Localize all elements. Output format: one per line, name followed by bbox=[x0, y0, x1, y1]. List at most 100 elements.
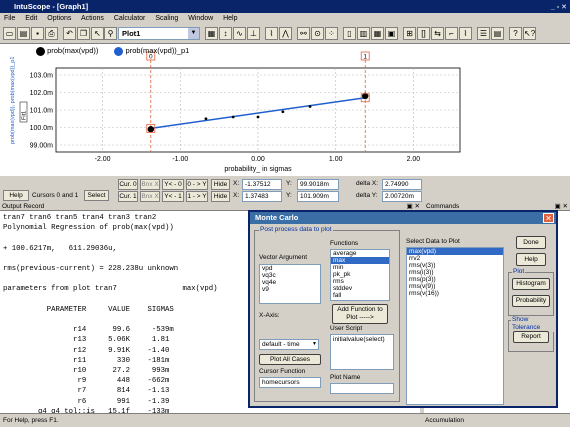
vector-item[interactable]: vq3c bbox=[260, 272, 320, 279]
function-item[interactable]: rms bbox=[331, 278, 389, 285]
panel3-icon[interactable]: ▦ bbox=[371, 27, 384, 40]
hide1-button[interactable]: Hide bbox=[211, 191, 230, 202]
wave-icon[interactable]: ⌇ bbox=[459, 27, 472, 40]
cur0-button[interactable]: Cur. 0 bbox=[118, 179, 138, 190]
menu-window[interactable]: Window bbox=[188, 15, 213, 22]
functions-list[interactable]: average max min pk_pk rms stddev fall bbox=[330, 249, 390, 301]
menu-scaling[interactable]: Scaling bbox=[155, 15, 178, 22]
select-data-item[interactable]: rms(v(9)) bbox=[407, 283, 503, 290]
x-axis-label: probability_ in sigmas bbox=[224, 166, 292, 173]
function-item[interactable]: min bbox=[331, 264, 389, 271]
bracket-icon[interactable]: [] bbox=[417, 27, 430, 40]
new-icon[interactable]: ▭ bbox=[3, 27, 16, 40]
menu-edit[interactable]: Edit bbox=[25, 15, 37, 22]
cursor-icon[interactable]: ↕ bbox=[219, 27, 232, 40]
select-data-item[interactable]: rms(i(3)) bbox=[407, 269, 503, 276]
vector-item[interactable]: vq4e bbox=[260, 279, 320, 286]
help-dialog-button[interactable]: Help bbox=[516, 253, 546, 266]
zoom-icon[interactable]: ⚲ bbox=[104, 27, 117, 40]
x-tick-label: 1.00 bbox=[329, 156, 343, 163]
probe-icon[interactable]: ⊙ bbox=[311, 27, 324, 40]
user-script-field[interactable]: initialvalue(select) bbox=[330, 334, 394, 370]
select-data-list[interactable]: max(vpd) rrv2 rms(v(3)) rms(i(3)) rms(p(3)) r… bbox=[406, 247, 504, 405]
select-data-item[interactable]: rms(v(3)) bbox=[407, 262, 503, 269]
vector-argument-list[interactable]: vpd vq3c vq4e v9 bbox=[259, 264, 321, 304]
cur1-button[interactable]: Cur. 1 bbox=[118, 191, 138, 202]
fit-icon[interactable]: ⊞ bbox=[403, 27, 416, 40]
y-to-1-button[interactable]: Y< - 1 bbox=[162, 191, 184, 202]
0-to-y-button[interactable]: 0 - > Y bbox=[186, 179, 208, 190]
undo-icon[interactable]: ↶ bbox=[63, 27, 76, 40]
trace-icon[interactable]: ∿ bbox=[233, 27, 246, 40]
open-icon[interactable]: ▤ bbox=[17, 27, 30, 40]
list-icon[interactable]: ▤ bbox=[491, 27, 504, 40]
dx-field[interactable]: 2.74990 bbox=[382, 179, 422, 190]
menu-file[interactable]: File bbox=[4, 15, 15, 22]
measure-icon[interactable]: ⌇ bbox=[265, 27, 278, 40]
x-tick-label: -2.00 bbox=[95, 156, 111, 163]
save-icon[interactable]: ▪ bbox=[31, 27, 44, 40]
grid-icon[interactable]: ▦ bbox=[205, 27, 218, 40]
context-help-icon[interactable]: ↖? bbox=[523, 27, 536, 40]
legend-item-1[interactable]: prob(max(vpd)) bbox=[47, 46, 98, 55]
x1-field[interactable]: 1.37483 bbox=[242, 191, 282, 202]
function-item[interactable]: max bbox=[331, 257, 389, 264]
y0-field[interactable]: 99.9018m bbox=[297, 179, 339, 190]
select-button[interactable]: Select bbox=[84, 190, 109, 201]
plot-select[interactable]: Plot1 ▼ bbox=[118, 27, 200, 40]
y1-field[interactable]: 101.909m bbox=[297, 191, 339, 202]
axis-icon[interactable]: ⊥ bbox=[247, 27, 260, 40]
probability-button[interactable]: Probability bbox=[512, 295, 550, 307]
select-data-item[interactable]: rms(p(3)) bbox=[407, 276, 503, 283]
function-item[interactable]: pk_pk bbox=[331, 271, 389, 278]
panel1-icon[interactable]: ▯ bbox=[343, 27, 356, 40]
dy-field[interactable]: 2.00720m bbox=[382, 191, 422, 202]
add-function-button[interactable]: Add Function to Plot -----> bbox=[332, 304, 388, 324]
user-script-label: User Script bbox=[330, 325, 363, 332]
peak-icon[interactable]: ⋀ bbox=[279, 27, 292, 40]
plot-all-cases-button[interactable]: Plot All Cases bbox=[259, 354, 321, 365]
plot-name-field[interactable] bbox=[330, 383, 394, 394]
y-tick-label: 101.0m bbox=[30, 108, 54, 115]
y-axis-label: prob(max(vpd)), prob(max(vpd))_p1 bbox=[10, 57, 16, 144]
function-item[interactable]: average bbox=[331, 250, 389, 257]
xaxis-select[interactable]: default - time ▼ bbox=[259, 339, 319, 350]
function-item[interactable]: fall bbox=[331, 292, 389, 299]
hide0-button[interactable]: Hide bbox=[211, 179, 230, 190]
brx1-button[interactable]: Bnx X bbox=[140, 191, 160, 202]
help-button[interactable]: Help bbox=[3, 190, 29, 201]
function-item[interactable]: stddev bbox=[331, 285, 389, 292]
table-icon[interactable]: ☰ bbox=[477, 27, 490, 40]
menu-actions[interactable]: Actions bbox=[81, 15, 104, 22]
copy-icon[interactable]: ❐ bbox=[77, 27, 90, 40]
monte-carlo-icon[interactable]: ⁘ bbox=[325, 27, 338, 40]
histogram-button[interactable]: Histogram bbox=[512, 278, 550, 290]
arrows-icon[interactable]: ⇆ bbox=[431, 27, 444, 40]
vector-item[interactable]: v9 bbox=[260, 286, 320, 293]
panel2-icon[interactable]: ▥ bbox=[357, 27, 370, 40]
probability-chart[interactable]: -2.00 -1.00 0.00 1.00 2.00 103.0m 102.0m 101.0m… bbox=[0, 44, 570, 176]
status-right: Accumulation bbox=[425, 417, 465, 424]
brx0-button[interactable]: Bnx X bbox=[140, 179, 160, 190]
select-data-item[interactable]: max(vpd) bbox=[407, 248, 503, 255]
menu-options[interactable]: Options bbox=[47, 15, 71, 22]
x0-field[interactable]: -1.37512 bbox=[242, 179, 282, 190]
close-icon[interactable]: ✕ bbox=[543, 213, 554, 223]
1-to-y-button[interactable]: 1 - > Y bbox=[186, 191, 208, 202]
menu-help[interactable]: Help bbox=[223, 15, 237, 22]
print-icon[interactable]: ⎙ bbox=[45, 27, 58, 40]
y-to-0-button[interactable]: Y< - 0 bbox=[162, 179, 184, 190]
link-icon[interactable]: ⚯ bbox=[297, 27, 310, 40]
cursor-function-field[interactable]: homecursors bbox=[259, 377, 321, 388]
select-data-item[interactable]: rrv2 bbox=[407, 255, 503, 262]
pointer-icon[interactable]: ↖ bbox=[91, 27, 104, 40]
menu-calculator[interactable]: Calculator bbox=[114, 15, 146, 22]
report-button[interactable]: Report bbox=[513, 331, 549, 343]
vector-item[interactable]: vpd bbox=[260, 265, 320, 272]
legend-item-2[interactable]: prob(max(vpd))_p1 bbox=[126, 46, 190, 55]
done-button[interactable]: Done bbox=[516, 236, 546, 249]
select-data-item[interactable]: rms(v(16)) bbox=[407, 290, 503, 297]
help-q-icon[interactable]: ? bbox=[509, 27, 522, 40]
panel4-icon[interactable]: ▣ bbox=[385, 27, 398, 40]
step-icon[interactable]: ⌐ bbox=[445, 27, 458, 40]
